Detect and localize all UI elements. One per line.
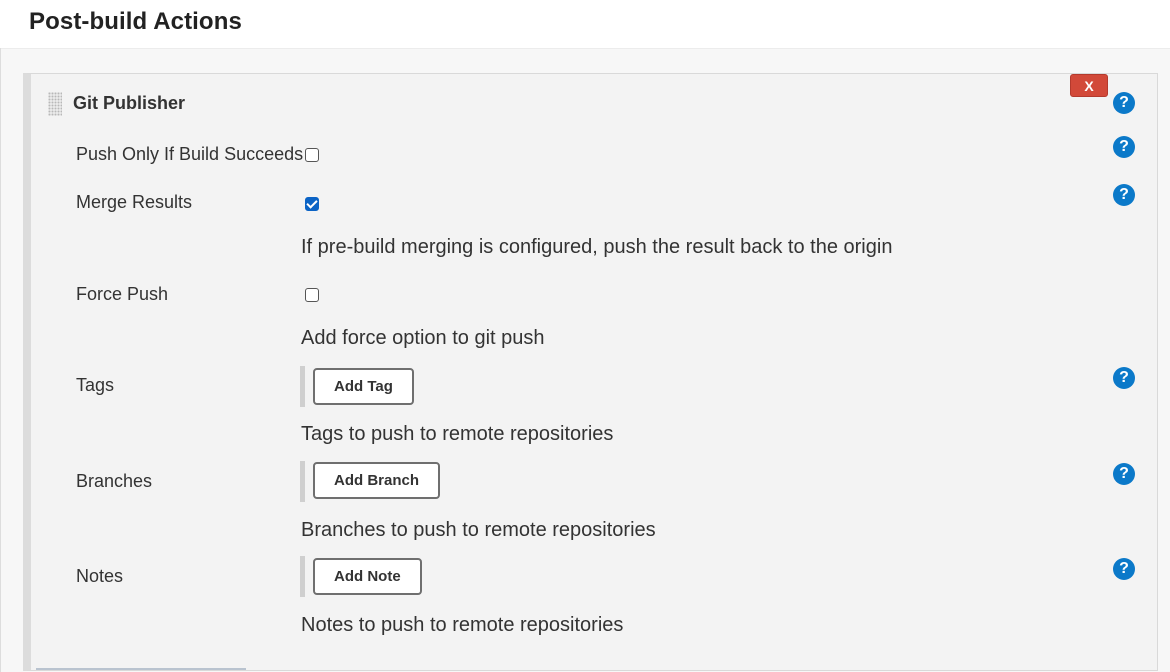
question-circle-icon[interactable]: ? (1113, 367, 1135, 389)
branches-label: Branches (76, 471, 153, 491)
branches-bar (300, 461, 305, 502)
branches-description: Branches to push to remote repositories (301, 519, 656, 541)
force-push-description: Add force option to git push (301, 327, 545, 349)
drag-handle-icon[interactable] (48, 92, 62, 116)
notes-label: Notes (76, 566, 124, 586)
section-title: Post-build Actions (29, 8, 242, 35)
force-push-label: Force Push (76, 284, 169, 304)
notes-bar (300, 556, 305, 597)
question-circle-icon[interactable]: ? (1113, 92, 1135, 114)
push-only-label: Push Only If Build Succeeds (76, 144, 304, 164)
push-only-checkbox[interactable] (305, 148, 319, 162)
tags-description: Tags to push to remote repositories (301, 423, 614, 445)
question-circle-icon[interactable]: ? (1113, 463, 1135, 485)
question-circle-icon[interactable]: ? (1113, 558, 1135, 580)
panel-divider (1, 48, 1170, 49)
question-circle-icon[interactable]: ? (1113, 184, 1135, 206)
delete-publisher-button[interactable]: X (1070, 74, 1108, 97)
add-tag-button[interactable]: Add Tag (313, 368, 414, 405)
bottom-tab-indicator (36, 668, 246, 672)
merge-results-description: If pre-build merging is configured, push… (301, 236, 893, 258)
add-note-button[interactable]: Add Note (313, 558, 422, 595)
notes-description: Notes to push to remote repositories (301, 614, 624, 636)
git-publisher-title: Git Publisher (73, 93, 186, 113)
tags-label: Tags (76, 375, 115, 395)
question-circle-icon[interactable]: ? (1113, 136, 1135, 158)
tags-bar (300, 366, 305, 407)
add-branch-button[interactable]: Add Branch (313, 462, 441, 499)
merge-results-checkbox[interactable] (305, 197, 319, 211)
force-push-checkbox[interactable] (305, 288, 319, 302)
merge-results-label: Merge Results (76, 192, 193, 212)
jenkins-config-page: Post-build Actions Git Publisher X ? Pus… (0, 0, 1170, 672)
post-build-actions-header: Post-build Actions (0, 0, 1170, 48)
